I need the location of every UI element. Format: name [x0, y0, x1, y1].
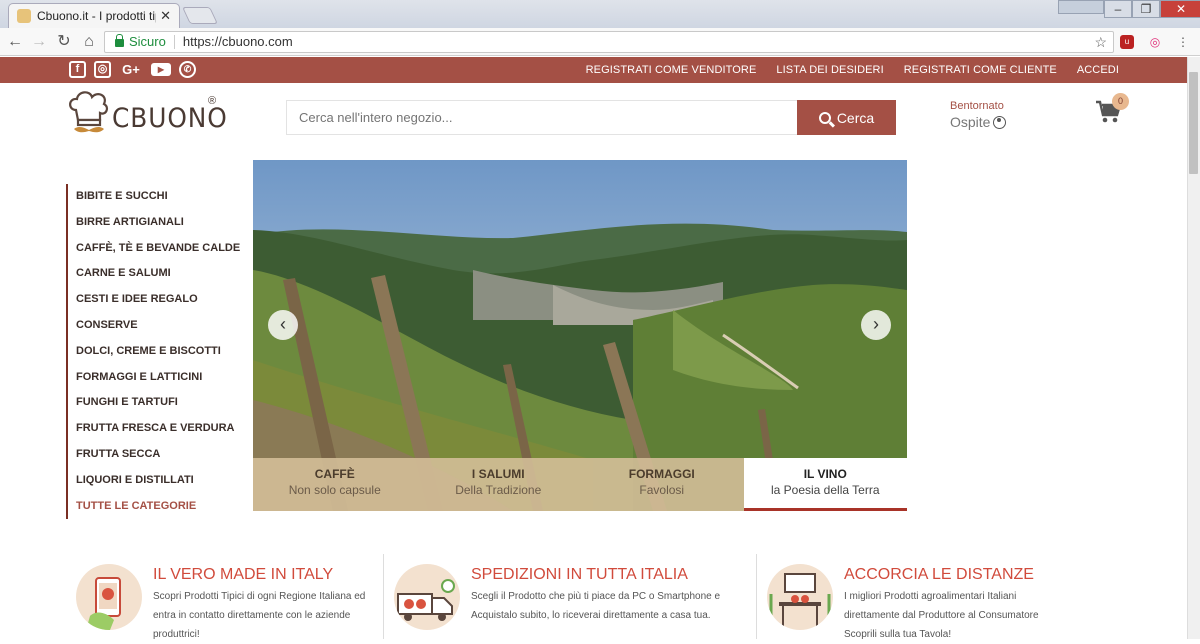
google-plus-icon[interactable]: G+	[119, 61, 143, 78]
facebook-icon[interactable]: f	[69, 61, 86, 78]
chef-hat-icon	[69, 91, 109, 133]
reload-icon[interactable]: ↻	[53, 31, 75, 53]
user-account[interactable]: Ospite	[950, 114, 1007, 130]
scrollbar-thumb[interactable]	[1189, 72, 1198, 174]
register-seller-link[interactable]: REGISTRATI COME VENDITORE	[586, 64, 757, 76]
youtube-icon[interactable]: ▶	[151, 63, 171, 76]
feature-shipping: SPEDIZIONI IN TUTTA ITALIA Scegli il Pro…	[394, 554, 754, 639]
instagram-icon[interactable]: ◎	[94, 61, 111, 78]
feature-divider	[383, 554, 384, 639]
smartphone-icon	[76, 564, 142, 630]
ublock-extension-icon[interactable]: u	[1120, 35, 1134, 49]
feature-text: Scegli il Prodotto che più ti piace da P…	[471, 591, 721, 621]
feature-title: ACCORCIA LE DISTANZE	[844, 566, 1034, 583]
welcome-text: Bentornato	[950, 100, 1004, 112]
category-item[interactable]: LIQUORI E DISTILLATI	[66, 467, 240, 494]
slide-tab-subtitle: Non solo capsule	[288, 483, 381, 497]
extension-icon[interactable]: ◎	[1146, 33, 1164, 51]
login-link[interactable]: ACCEDI	[1077, 64, 1119, 76]
back-arrow-icon[interactable]: ←	[4, 31, 26, 53]
slide-tab-title: I SALUMI	[471, 467, 525, 481]
category-item[interactable]: FUNGHI E TARTUFI	[66, 390, 240, 417]
user-name: Ospite	[950, 114, 991, 130]
registered-mark: ®	[208, 95, 217, 107]
search-button[interactable]: Cerca	[797, 100, 896, 135]
category-item[interactable]: CESTI E IDEE REGALO	[66, 287, 240, 313]
site-topbar: f ◎ G+ ▶ ✆ REGISTRATI COME VENDITORE LIS…	[0, 57, 1187, 83]
category-item[interactable]: DOLCI, CREME E BISCOTTI	[66, 338, 240, 365]
slide-tab-vino[interactable]: IL VINO la Poesia della Terra	[743, 458, 907, 511]
profile-button[interactable]	[1058, 0, 1104, 14]
feature-text: I migliori Prodotti agroalimentari Itali…	[844, 591, 1039, 640]
minimize-icon[interactable]: –	[1104, 0, 1132, 18]
whatsapp-icon[interactable]: ✆	[179, 61, 196, 78]
category-list: BIBITE E SUCCHI BIRRE ARTIGIANALI CAFFÈ,…	[66, 184, 240, 520]
category-item[interactable]: BIBITE E SUCCHI	[66, 184, 240, 210]
category-item[interactable]: CONSERVE	[66, 312, 240, 339]
all-categories-link[interactable]: TUTTE LE CATEGORIE	[66, 493, 240, 520]
user-icon	[993, 115, 1007, 129]
table-chairs-icon	[767, 564, 833, 630]
feature-title: SPEDIZIONI IN TUTTA ITALIA	[471, 566, 688, 583]
bookmark-star-icon[interactable]: ☆	[1094, 32, 1107, 52]
slide-tab-salumi[interactable]: I SALUMI Della Tradizione	[416, 458, 580, 511]
restore-icon[interactable]: ❐	[1132, 0, 1160, 18]
slider-next-button[interactable]: ›	[861, 310, 891, 340]
search-button-label: Cerca	[836, 109, 875, 126]
url-text: https://cbuono.com	[182, 34, 293, 49]
category-item[interactable]: FORMAGGI E LATTICINI	[66, 364, 240, 391]
window-controls: – ❐ ✕	[1104, 0, 1200, 18]
category-item[interactable]: FRUTTA FRESCA E VERDURA	[66, 416, 240, 442]
category-item[interactable]: CARNE E SALUMI	[66, 261, 240, 288]
feature-title: IL VERO MADE IN ITALY	[153, 566, 334, 583]
slider-tabs: CAFFÈ Non solo capsule I SALUMI Della Tr…	[253, 458, 907, 511]
tab-title: Cbuono.it - I prodotti tipi	[37, 9, 157, 23]
browser-tabstrip: Cbuono.it - I prodotti tipi ✕ – ❐ ✕	[0, 0, 1200, 28]
hero-slider: ‹ › CAFFÈ Non solo capsule I SALUMI Dell…	[253, 160, 907, 511]
browser-toolbar: ← → ↻ ⌂ Sicuro https://cbuono.com ☆ u ◎ …	[0, 28, 1200, 56]
site-logo[interactable]: CBUONO ®	[66, 90, 228, 140]
category-item[interactable]: BIRRE ARTIGIANALI	[66, 209, 240, 236]
search-input[interactable]	[286, 100, 798, 135]
browser-tab[interactable]: Cbuono.it - I prodotti tipi ✕	[8, 3, 180, 28]
address-bar[interactable]: Sicuro https://cbuono.com ☆	[104, 31, 1114, 53]
logo-wordmark: CBUONO	[112, 103, 228, 134]
slide-tab-subtitle: la Poesia della Terra	[770, 483, 880, 497]
lock-icon	[115, 34, 124, 47]
feature-distances: ACCORCIA LE DISTANZE I migliori Prodotti…	[767, 554, 1067, 640]
slide-tab-formaggi[interactable]: FORMAGGI Favolosi	[580, 458, 744, 511]
cart-count-badge: 0	[1112, 93, 1129, 110]
slide-tab-title: FORMAGGI	[628, 467, 695, 481]
menu-kebab-icon[interactable]: ⋮	[1174, 33, 1192, 51]
slide-tab-title: CAFFÈ	[314, 467, 355, 481]
search-icon	[818, 111, 831, 124]
slider-prev-button[interactable]: ‹	[268, 310, 298, 340]
forward-arrow-icon[interactable]: →	[28, 31, 50, 53]
feature-divider	[756, 554, 757, 639]
home-icon[interactable]: ⌂	[78, 31, 100, 53]
category-item[interactable]: CAFFÈ, TÈ E BEVANDE CALDE	[66, 235, 240, 262]
social-links: f ◎ G+ ▶ ✆	[69, 61, 196, 78]
window-close-icon[interactable]: ✕	[1160, 0, 1200, 18]
slide-tab-subtitle: Favolosi	[639, 483, 685, 497]
wishlist-link[interactable]: LISTA DEI DESIDERI	[776, 64, 883, 76]
omnibox-divider	[173, 35, 175, 49]
tab-close-icon[interactable]: ✕	[160, 8, 171, 24]
category-item[interactable]: FRUTTA SECCA	[66, 441, 240, 468]
register-customer-link[interactable]: REGISTRATI COME CLIENTE	[904, 64, 1057, 76]
slide-tab-caffe[interactable]: CAFFÈ Non solo capsule	[253, 458, 417, 511]
feature-text: Scopri Prodotti Tipici di ogni Regione I…	[153, 591, 366, 640]
delivery-truck-icon	[394, 564, 460, 630]
feature-made-in-italy: IL VERO MADE IN ITALY Scopri Prodotti Ti…	[76, 554, 376, 640]
slide-tab-subtitle: Della Tradizione	[455, 483, 542, 497]
account-links: REGISTRATI COME VENDITORE LISTA DEI DESI…	[586, 57, 1119, 83]
secure-label: Sicuro	[129, 34, 166, 49]
new-tab-button[interactable]	[182, 7, 218, 24]
slide-tab-title: IL VINO	[803, 467, 847, 481]
cbuono-favicon-icon	[17, 9, 31, 23]
